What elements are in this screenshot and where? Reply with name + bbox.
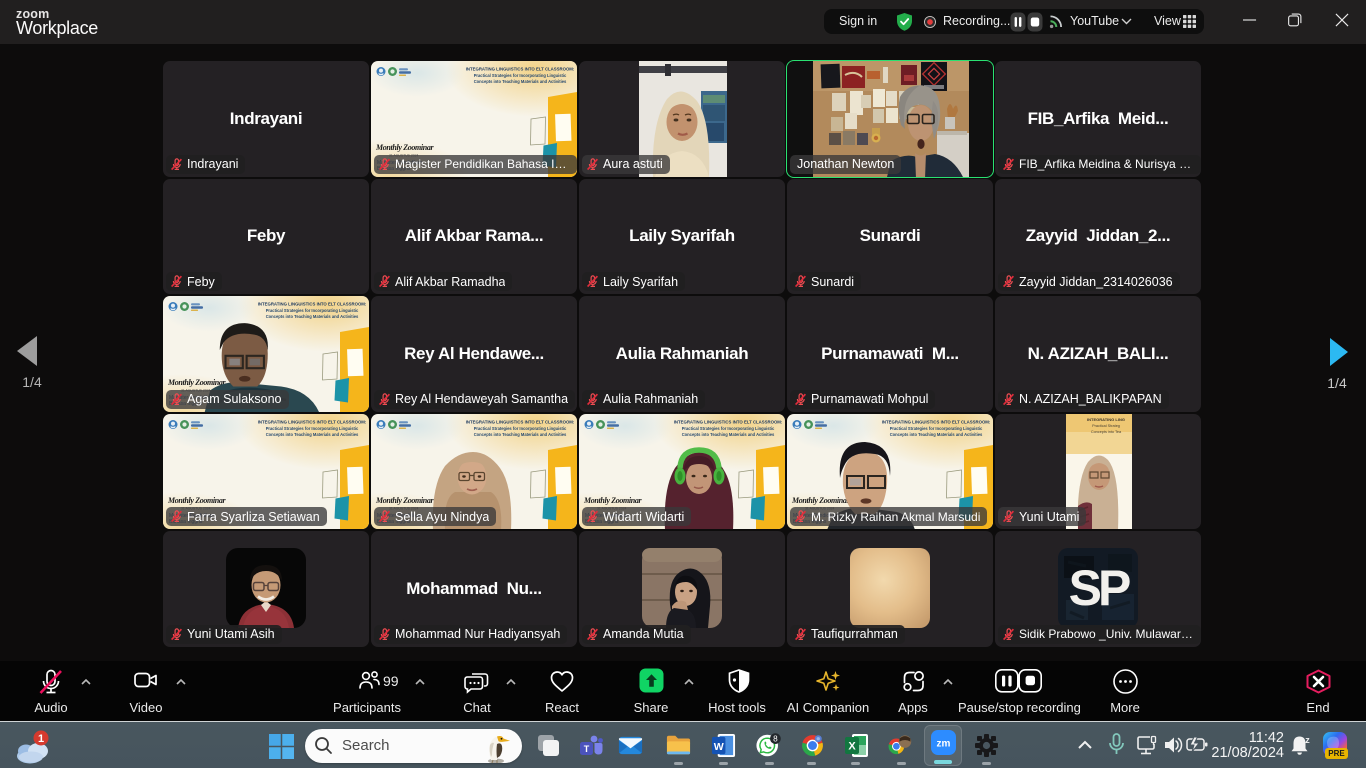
svg-text:SP: SP — [1069, 560, 1130, 616]
svg-text:zm: zm — [937, 739, 951, 750]
svg-text:1: 1 — [38, 733, 44, 745]
svg-text:Concepts into Tea: Concepts into Tea — [1091, 430, 1122, 434]
svg-text:8: 8 — [773, 735, 778, 744]
svg-text:Practical Strateg: Practical Strateg — [1092, 424, 1120, 428]
svg-text:X: X — [848, 741, 856, 753]
svg-text:T: T — [584, 744, 590, 754]
svg-text:z: z — [1305, 735, 1310, 745]
svg-text:W: W — [714, 741, 724, 753]
svg-text:INTEGRATING LING: INTEGRATING LING — [1087, 417, 1125, 422]
